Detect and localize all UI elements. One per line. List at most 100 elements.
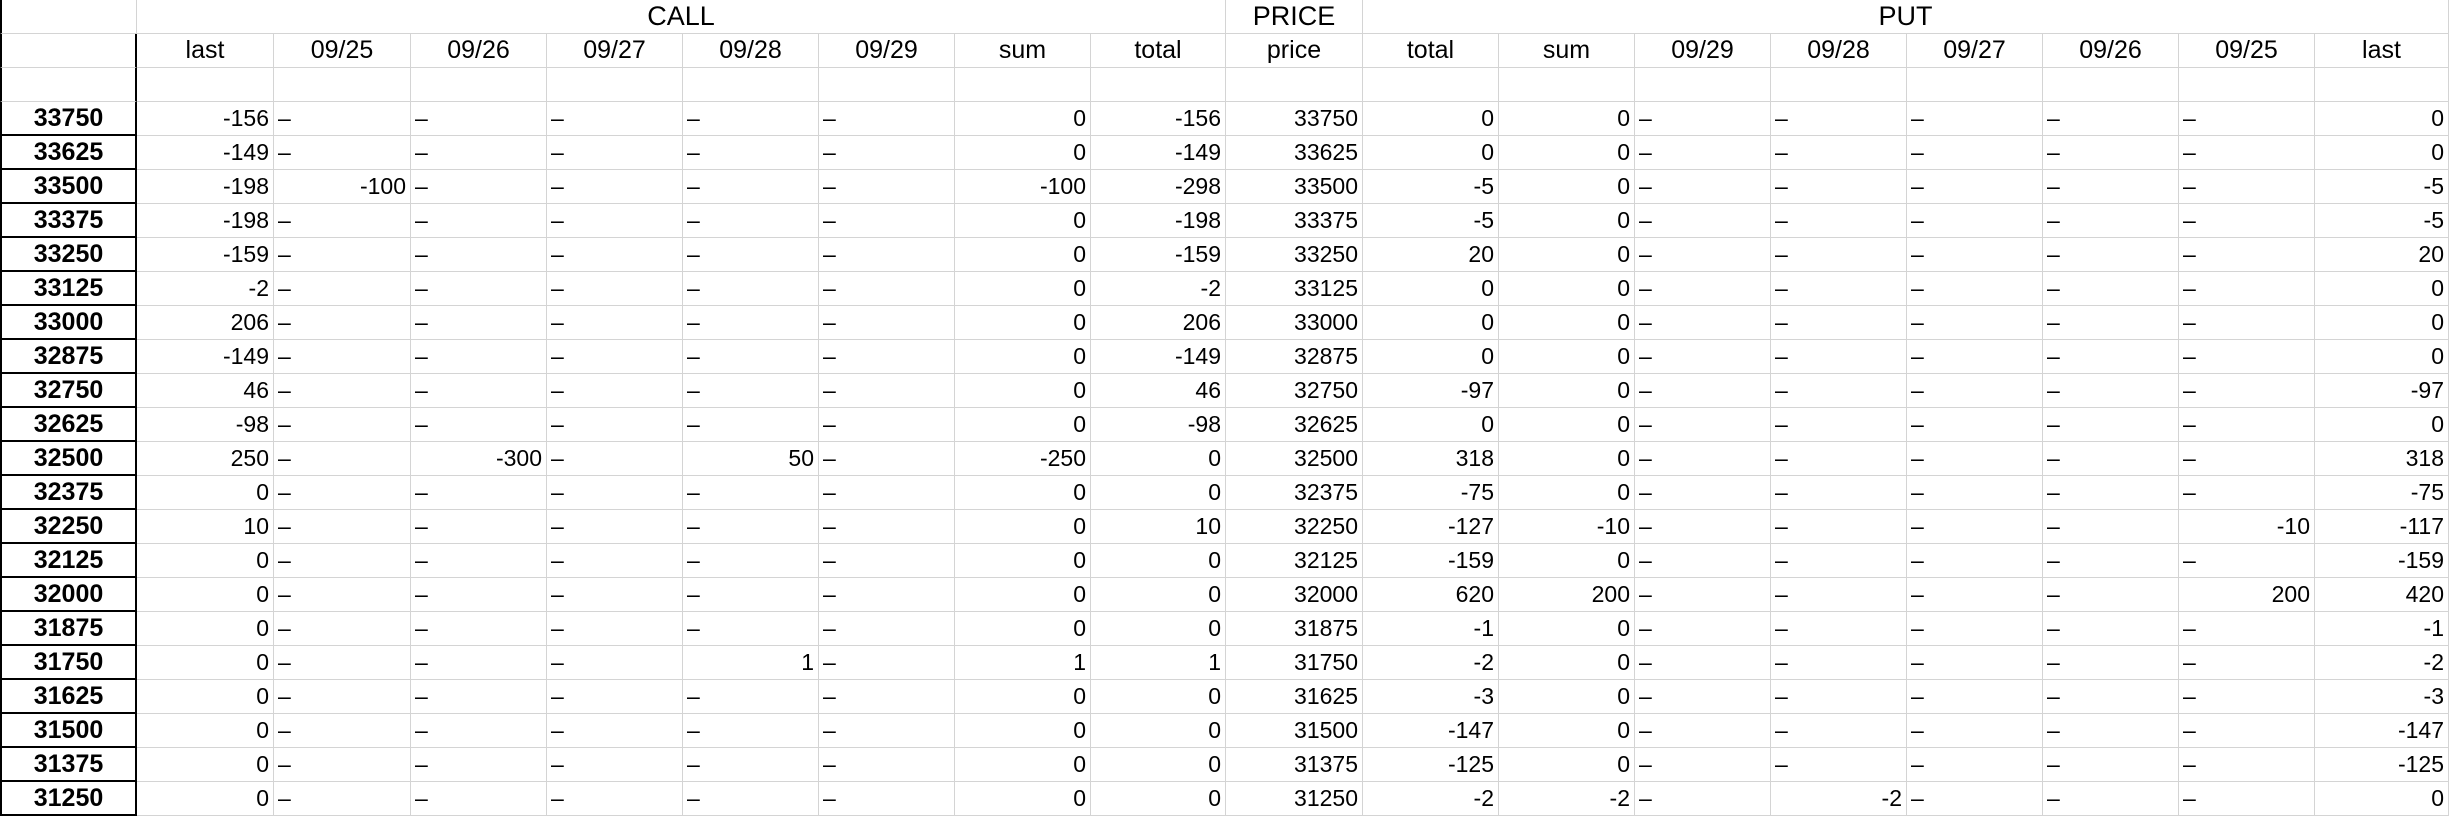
price-cell[interactable]: 31500 <box>1226 714 1363 748</box>
table-cell[interactable]: – <box>2043 136 2179 170</box>
table-cell[interactable]: – <box>819 544 955 578</box>
table-cell[interactable]: – <box>819 408 955 442</box>
table-cell[interactable]: 0 <box>2315 340 2449 374</box>
table-cell[interactable]: – <box>411 306 547 340</box>
blank-cell[interactable] <box>1771 68 1907 102</box>
table-cell[interactable]: 0 <box>1499 544 1635 578</box>
table-cell[interactable]: – <box>1771 578 1907 612</box>
table-cell[interactable]: -10 <box>2179 510 2315 544</box>
table-cell[interactable]: – <box>683 306 819 340</box>
table-cell[interactable]: – <box>2043 748 2179 782</box>
strike-label[interactable]: 31625 <box>0 680 137 714</box>
table-cell[interactable]: – <box>819 204 955 238</box>
table-cell[interactable]: – <box>274 306 411 340</box>
table-cell[interactable]: – <box>274 714 411 748</box>
table-cell[interactable]: -125 <box>1363 748 1499 782</box>
table-cell[interactable]: – <box>1635 102 1771 136</box>
table-cell[interactable]: -98 <box>1091 408 1226 442</box>
blank-cell[interactable] <box>0 68 137 102</box>
table-cell[interactable]: 0 <box>1091 782 1226 816</box>
table-cell[interactable]: -198 <box>137 170 274 204</box>
table-cell[interactable]: 0 <box>955 340 1091 374</box>
table-cell[interactable]: -75 <box>1363 476 1499 510</box>
table-cell[interactable]: 0 <box>955 510 1091 544</box>
table-cell[interactable]: – <box>819 238 955 272</box>
table-cell[interactable]: 318 <box>1363 442 1499 476</box>
table-cell[interactable]: – <box>274 476 411 510</box>
table-cell[interactable]: – <box>683 476 819 510</box>
table-cell[interactable]: -5 <box>1363 170 1499 204</box>
strike-label[interactable]: 32500 <box>0 442 137 476</box>
table-cell[interactable]: – <box>1907 442 2043 476</box>
strike-label[interactable]: 31500 <box>0 714 137 748</box>
table-cell[interactable]: 0 <box>1499 306 1635 340</box>
table-cell[interactable]: – <box>2179 102 2315 136</box>
table-cell[interactable]: 0 <box>137 748 274 782</box>
table-cell[interactable]: 0 <box>1499 476 1635 510</box>
table-cell[interactable]: – <box>683 170 819 204</box>
blank-cell[interactable] <box>411 68 547 102</box>
table-cell[interactable]: – <box>274 646 411 680</box>
table-cell[interactable]: – <box>1771 680 1907 714</box>
table-cell[interactable]: – <box>274 136 411 170</box>
table-cell[interactable]: – <box>411 748 547 782</box>
blank-cell[interactable] <box>274 68 411 102</box>
price-cell[interactable]: 31750 <box>1226 646 1363 680</box>
price-cell[interactable]: 32250 <box>1226 510 1363 544</box>
table-cell[interactable]: – <box>2179 442 2315 476</box>
table-cell[interactable]: – <box>683 374 819 408</box>
table-cell[interactable]: -5 <box>2315 204 2449 238</box>
table-cell[interactable]: – <box>1771 204 1907 238</box>
table-cell[interactable]: 0 <box>955 306 1091 340</box>
table-cell[interactable]: – <box>1771 442 1907 476</box>
table-cell[interactable]: – <box>274 272 411 306</box>
table-cell[interactable]: – <box>2179 170 2315 204</box>
table-cell[interactable]: – <box>1635 408 1771 442</box>
table-cell[interactable]: – <box>1907 408 2043 442</box>
table-cell[interactable]: – <box>683 238 819 272</box>
strike-label[interactable]: 33625 <box>0 136 137 170</box>
table-cell[interactable]: – <box>683 782 819 816</box>
table-cell[interactable]: 0 <box>955 272 1091 306</box>
table-cell[interactable]: – <box>1907 612 2043 646</box>
table-cell[interactable]: – <box>2179 612 2315 646</box>
strike-label[interactable]: 32375 <box>0 476 137 510</box>
table-cell[interactable]: 0 <box>1091 714 1226 748</box>
table-cell[interactable]: – <box>547 748 683 782</box>
table-cell[interactable]: 0 <box>137 680 274 714</box>
table-cell[interactable]: -2 <box>1499 782 1635 816</box>
table-cell[interactable]: -100 <box>955 170 1091 204</box>
table-cell[interactable]: -2 <box>1091 272 1226 306</box>
table-cell[interactable]: -75 <box>2315 476 2449 510</box>
table-cell[interactable]: – <box>1771 714 1907 748</box>
table-cell[interactable]: 1 <box>1091 646 1226 680</box>
table-cell[interactable]: 0 <box>955 136 1091 170</box>
table-cell[interactable]: – <box>411 136 547 170</box>
table-cell[interactable]: 0 <box>1091 578 1226 612</box>
blank-cell[interactable] <box>1907 68 2043 102</box>
table-cell[interactable]: – <box>819 442 955 476</box>
table-cell[interactable]: – <box>411 578 547 612</box>
table-cell[interactable]: – <box>683 102 819 136</box>
table-cell[interactable]: – <box>2043 374 2179 408</box>
table-cell[interactable]: – <box>2179 374 2315 408</box>
table-cell[interactable]: 0 <box>1363 408 1499 442</box>
table-cell[interactable]: 0 <box>955 204 1091 238</box>
strike-label[interactable]: 33000 <box>0 306 137 340</box>
table-cell[interactable]: -125 <box>2315 748 2449 782</box>
table-cell[interactable]: – <box>2043 646 2179 680</box>
table-cell[interactable]: – <box>547 170 683 204</box>
table-cell[interactable]: -117 <box>2315 510 2449 544</box>
table-cell[interactable]: 0 <box>955 680 1091 714</box>
table-cell[interactable]: – <box>547 680 683 714</box>
table-cell[interactable]: – <box>683 136 819 170</box>
table-cell[interactable]: 10 <box>137 510 274 544</box>
strike-label[interactable]: 32750 <box>0 374 137 408</box>
table-cell[interactable]: – <box>2043 510 2179 544</box>
table-cell[interactable]: 0 <box>1091 680 1226 714</box>
price-cell[interactable]: 33250 <box>1226 238 1363 272</box>
table-cell[interactable]: – <box>819 272 955 306</box>
table-cell[interactable]: – <box>547 408 683 442</box>
table-cell[interactable]: – <box>683 680 819 714</box>
table-cell[interactable]: – <box>547 612 683 646</box>
